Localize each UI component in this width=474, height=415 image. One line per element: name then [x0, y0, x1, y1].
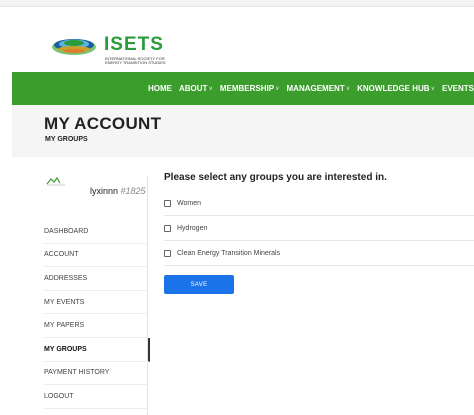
nav-item-about-label: ABOUT: [179, 84, 208, 93]
groups-heading: Please select any groups you are interes…: [164, 172, 387, 183]
user-display-name: lyxinnn #1825: [90, 186, 146, 196]
browser-top-strip: [0, 0, 474, 7]
chevron-down-icon: ∨: [208, 86, 213, 92]
nav-item-management[interactable]: MANAGEMENT ∨: [287, 84, 351, 93]
page-title: MY ACCOUNT: [44, 114, 162, 133]
group-option-label: Women: [177, 200, 201, 207]
sidebar-item-my-papers[interactable]: MY PAPERS: [44, 314, 148, 338]
breadcrumb: MY GROUPS: [45, 136, 88, 143]
women-checkbox[interactable]: [164, 200, 171, 207]
nav-item-knowledge-hub[interactable]: KNOWLEDGE HUB ∨: [357, 84, 435, 93]
sidebar-item-my-events[interactable]: MY EVENTS: [44, 291, 148, 315]
nav-item-home[interactable]: HOME: [148, 84, 172, 93]
group-option-clean-energy-minerals[interactable]: Clean Energy Transition Minerals: [164, 242, 474, 266]
logo-globe-icon: [52, 39, 96, 55]
account-menu: DASHBOARD ACCOUNT ADDRESSES MY EVENTS MY…: [44, 220, 150, 409]
group-option-label: Hydrogen: [177, 225, 208, 232]
chevron-down-icon: ∨: [430, 86, 435, 92]
group-option-hydrogen[interactable]: Hydrogen: [164, 217, 474, 241]
chevron-down-icon: ∨: [345, 86, 351, 92]
site-logo[interactable]: ISETS INTERNATIONAL SOCIETY FOR ENERGY T…: [48, 32, 188, 65]
nav-item-membership-label: MEMBERSHIP: [219, 84, 275, 93]
sidebar-item-label: PAYMENT HISTORY: [44, 369, 110, 377]
broken-image-avatar-icon: [46, 176, 65, 186]
nav-item-events[interactable]: EVENTS: [442, 84, 474, 93]
group-option-label: Clean Energy Transition Minerals: [177, 250, 281, 257]
sidebar-item-label: MY EVENTS: [44, 298, 85, 306]
sidebar-item-logout[interactable]: LOGOUT: [44, 385, 148, 409]
sidebar-item-label: MY PAPERS: [44, 322, 85, 330]
sidebar-item-label: MY GROUPS: [44, 345, 87, 353]
hydrogen-checkbox[interactable]: [164, 225, 171, 232]
sidebar-item-payment-history[interactable]: PAYMENT HISTORY: [44, 362, 148, 386]
sidebar-item-label: LOGOUT: [44, 392, 74, 400]
logo-subtitle-line2: ENERGY TRANSITION STUDIES: [105, 60, 166, 65]
nav-item-knowledge-hub-label: KNOWLEDGE HUB: [357, 84, 430, 93]
page-title-bar: MY ACCOUNT MY GROUPS: [12, 105, 474, 157]
save-button[interactable]: SAVE: [164, 275, 234, 294]
username: lyxinnn: [90, 186, 119, 196]
chevron-down-icon: ∨: [275, 86, 280, 92]
nav-item-events-label: EVENTS: [441, 84, 474, 93]
group-option-women[interactable]: Women: [164, 192, 474, 216]
nav-item-about[interactable]: ABOUT ∨: [179, 84, 213, 93]
sidebar-item-my-groups[interactable]: MY GROUPS: [44, 337, 150, 362]
user-id: #1825: [120, 186, 146, 196]
sidebar-item-label: DASHBOARD: [44, 227, 89, 235]
sidebar-item-label: ADDRESSES: [44, 274, 88, 282]
clean-energy-minerals-checkbox[interactable]: [164, 250, 171, 257]
sidebar-item-dashboard[interactable]: DASHBOARD: [44, 220, 148, 244]
sidebar-item-addresses[interactable]: ADDRESSES: [44, 267, 148, 291]
nav-item-membership[interactable]: MEMBERSHIP ∨: [220, 84, 280, 93]
main-navbar: HOME ABOUT ∨ MEMBERSHIP ∨ MANAGEMENT ∨ KNOW…: [12, 72, 474, 105]
nav-item-home-label: HOME: [148, 84, 172, 93]
logo-wordmark: ISETS: [104, 34, 164, 55]
nav-item-management-label: MANAGEMENT: [286, 84, 345, 93]
sidebar-item-account[interactable]: ACCOUNT: [44, 244, 148, 268]
account-sidebar: lyxinnn #1825 DASHBOARD ACCOUNT ADDRESSE…: [44, 176, 150, 415]
sidebar-item-label: ACCOUNT: [44, 251, 79, 259]
